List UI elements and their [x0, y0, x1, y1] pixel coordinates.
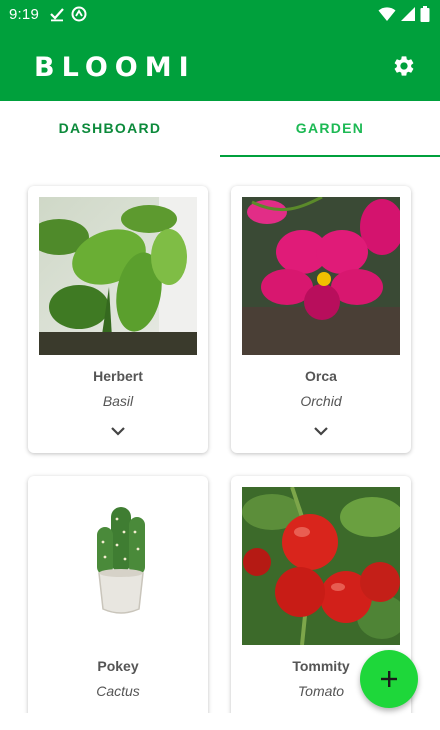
plant-species: Cactus — [96, 683, 140, 699]
basil-photo — [39, 197, 197, 355]
app-title: BLOOMI — [34, 52, 196, 83]
bottom-bar — [0, 713, 440, 730]
circle-notification-icon — [71, 6, 87, 22]
add-plant-button[interactable] — [360, 650, 418, 708]
plant-grid: Herbert Basil Orca Orchid Pokey Cactus T… — [0, 160, 440, 713]
tomato-photo — [242, 487, 400, 645]
plant-species: Orchid — [300, 393, 342, 409]
chevron-down-icon[interactable] — [110, 423, 126, 439]
cactus-photo — [39, 487, 197, 645]
gear-icon[interactable] — [392, 54, 416, 78]
app-bar: BLOOMI — [0, 28, 440, 101]
battery-icon — [420, 6, 430, 22]
chevron-down-icon[interactable] — [313, 423, 329, 439]
plant-species: Basil — [102, 393, 134, 409]
plant-card[interactable]: Pokey Cactus — [28, 476, 208, 713]
tab-garden[interactable]: GARDEN — [220, 101, 440, 159]
status-bar: 9:19 — [0, 0, 440, 28]
wifi-icon — [378, 7, 396, 21]
plant-card[interactable]: Herbert Basil — [28, 186, 208, 453]
orchid-photo — [242, 197, 400, 355]
plant-name: Orca — [305, 368, 337, 384]
plant-name: Herbert — [93, 368, 143, 384]
plant-name: Pokey — [97, 658, 139, 674]
checkmark-notification-icon — [50, 8, 64, 22]
plus-icon — [381, 671, 397, 687]
signal-icon — [401, 7, 415, 21]
tab-dashboard[interactable]: DASHBOARD — [0, 101, 220, 159]
status-time: 9:19 — [9, 5, 39, 23]
plant-card[interactable]: Orca Orchid — [231, 186, 411, 453]
tab-bar: DASHBOARD GARDEN — [0, 101, 440, 159]
